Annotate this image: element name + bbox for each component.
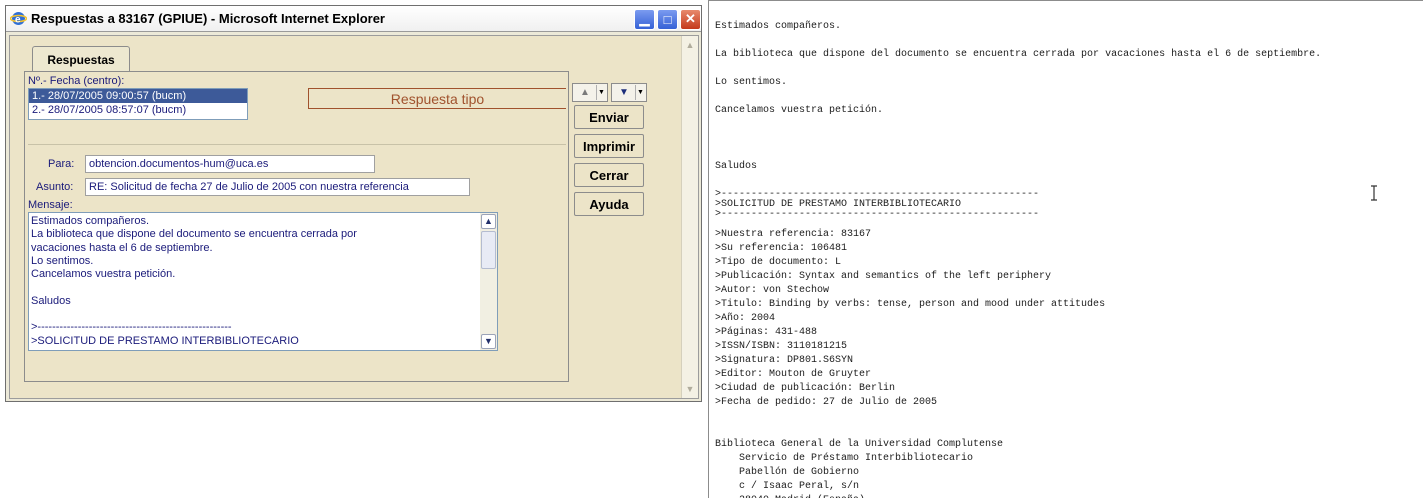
mensaje-line: Estimados compañeros. bbox=[31, 215, 149, 227]
document-line: >Publicación: Syntax and semantics of th… bbox=[715, 271, 1052, 282]
date-option[interactable]: 1.- 28/07/2005 09:00:57 (bucm) bbox=[29, 89, 247, 103]
maximize-icon: □ bbox=[663, 11, 672, 27]
mensaje-line: Saludos bbox=[31, 294, 71, 307]
respuesta-tipo-button[interactable]: Respuesta tipo bbox=[308, 88, 566, 109]
scroll-down-icon[interactable]: ▼ bbox=[481, 334, 496, 349]
mensaje-line bbox=[31, 308, 479, 321]
close-icon: ✕ bbox=[685, 11, 696, 26]
mensaje-line: Lo sentimos. bbox=[31, 254, 94, 267]
tab-respuestas[interactable]: Respuestas bbox=[32, 46, 130, 72]
mensaje-line: >---------------------------------------… bbox=[31, 321, 232, 334]
close-button[interactable]: ✕ bbox=[680, 8, 701, 30]
document-line: >Nuestra referencia: 83167 bbox=[715, 229, 872, 240]
fecha-label: Nº.- Fecha (centro): bbox=[28, 75, 125, 87]
arrow-up-icon: ▲ bbox=[580, 87, 590, 98]
window-title: Respuestas a 83167 (GPIUE) - Microsoft I… bbox=[31, 11, 385, 26]
ayuda-button[interactable]: Ayuda bbox=[574, 192, 644, 216]
document-line: >Ciudad de publicación: Berlin bbox=[715, 383, 896, 394]
document-line: Biblioteca General de la Universidad Com… bbox=[715, 439, 1004, 450]
text-cursor-icon bbox=[1371, 185, 1377, 201]
minimize-icon: ▁ bbox=[639, 11, 650, 26]
previous-button[interactable]: ▲ ▼ bbox=[572, 83, 608, 102]
page-content: Respuestas Nº.- Fecha (centro): 1.- 28/0… bbox=[9, 35, 699, 399]
asunto-label: Asunto: bbox=[36, 181, 74, 193]
document-line: Servicio de Préstamo Interbibliotecario bbox=[715, 453, 974, 464]
para-input[interactable]: obtencion.documentos-hum@uca.es bbox=[85, 155, 375, 173]
mensaje-line: La biblioteca que dispone del documento … bbox=[31, 228, 357, 241]
scroll-up-icon[interactable]: ▲ bbox=[683, 38, 697, 52]
dropdown-icon[interactable]: ▼ bbox=[596, 85, 606, 100]
mensaje-line: Cancelamos vuestra petición. bbox=[31, 268, 176, 281]
title-bar[interactable]: e Respuestas a 83167 (GPIUE) - Microsoft… bbox=[6, 6, 701, 32]
cerrar-button[interactable]: Cerrar bbox=[574, 163, 644, 187]
mensaje-line: vacaciones hasta el 6 de septiembre. bbox=[31, 241, 213, 254]
document-line: >ISSN/ISBN: 3110181215 bbox=[715, 341, 848, 352]
minimize-button[interactable]: ▁ bbox=[634, 8, 655, 30]
asunto-input[interactable]: RE: Solicitud de fecha 27 de Julio de 20… bbox=[85, 178, 470, 196]
document-line: >---------------------------------------… bbox=[715, 209, 1040, 220]
dropdown-icon[interactable]: ▼ bbox=[635, 85, 645, 100]
document-line: c / Isaac Peral, s/n bbox=[715, 481, 860, 492]
document-line: >Tipo de documento: L bbox=[715, 257, 842, 268]
mensaje-label: Mensaje: bbox=[28, 199, 73, 211]
mensaje-line: >SOLICITUD DE PRESTAMO INTERBIBLIOTECARI… bbox=[31, 334, 299, 347]
dates-listbox[interactable]: 1.- 28/07/2005 09:00:57 (bucm) 2.- 28/07… bbox=[28, 88, 248, 120]
mensaje-line bbox=[31, 281, 479, 294]
document-line: >Editor: Mouton de Gruyter bbox=[715, 369, 872, 380]
document-line: Pabellón de Gobierno bbox=[715, 467, 860, 478]
document-line: Lo sentimos. bbox=[715, 77, 788, 88]
ie-window: e Respuestas a 83167 (GPIUE) - Microsoft… bbox=[5, 5, 702, 402]
maximize-button[interactable]: □ bbox=[657, 8, 678, 30]
document-line: >Fecha de pedido: 27 de Julio de 2005 bbox=[715, 397, 938, 408]
document-line: La biblioteca que dispone del documento … bbox=[715, 49, 1322, 60]
scroll-up-icon[interactable]: ▲ bbox=[481, 214, 496, 229]
document-line: >Su referencia: 106481 bbox=[715, 243, 848, 254]
enviar-button[interactable]: Enviar bbox=[574, 105, 644, 129]
document-line: >Año: 2004 bbox=[715, 313, 776, 324]
mensaje-textarea[interactable]: Estimados compañeros. La biblioteca que … bbox=[28, 212, 498, 351]
imprimir-button[interactable]: Imprimir bbox=[574, 134, 644, 158]
document-line: >Autor: von Stechow bbox=[715, 285, 830, 296]
textarea-scrollbar[interactable]: ▲ ▼ bbox=[480, 213, 497, 350]
page-scrollbar[interactable]: ▲ ▼ bbox=[681, 36, 698, 398]
date-option[interactable]: 2.- 28/07/2005 08:57:07 (bucm) bbox=[29, 103, 247, 117]
internet-explorer-icon: e bbox=[10, 10, 27, 27]
document-line: >Páginas: 431-488 bbox=[715, 327, 818, 338]
divider bbox=[28, 144, 566, 145]
document-line: >Titulo: Binding by verbs: tense, person… bbox=[715, 299, 1106, 310]
document-line: Estimados compañeros. bbox=[715, 21, 842, 32]
document-line: Cancelamos vuestra petición. bbox=[715, 105, 884, 116]
svg-text:e: e bbox=[15, 15, 21, 26]
document-line: Saludos bbox=[715, 161, 758, 172]
scroll-down-icon[interactable]: ▼ bbox=[683, 382, 697, 396]
next-button[interactable]: ▼ ▼ bbox=[611, 83, 647, 102]
mensaje-text[interactable]: Estimados compañeros. La biblioteca que … bbox=[31, 215, 479, 350]
document-line: >Signatura: DP801.S6SYN bbox=[715, 355, 854, 366]
para-label: Para: bbox=[48, 158, 75, 170]
scroll-thumb[interactable] bbox=[481, 231, 496, 269]
arrow-down-icon: ▼ bbox=[619, 87, 629, 98]
printed-message-document: Estimados compañeros. La biblioteca que d… bbox=[708, 0, 1423, 498]
